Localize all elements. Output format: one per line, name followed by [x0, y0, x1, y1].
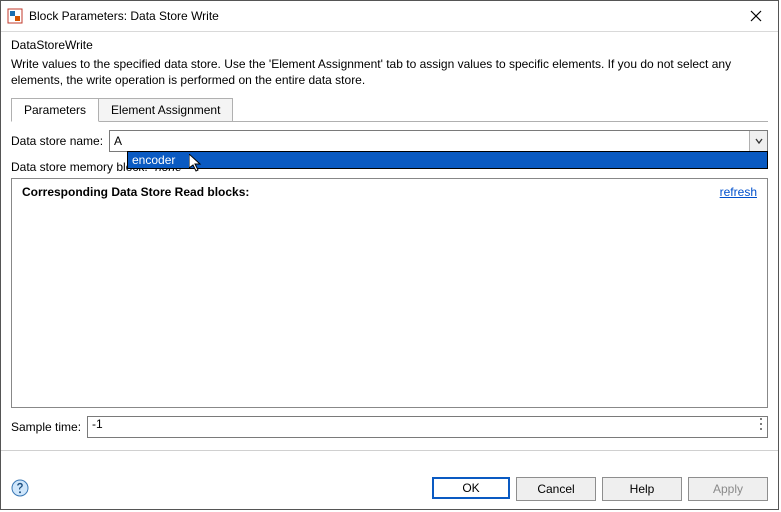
tab-panel-parameters: Data store name: A encoder	[11, 121, 768, 442]
apply-label: Apply	[713, 482, 743, 496]
footer-buttons: OK Cancel Help Apply	[432, 477, 768, 501]
data-store-name-combo[interactable]: A	[109, 130, 768, 152]
data-store-name-label: Data store name:	[11, 134, 103, 148]
window-title: Block Parameters: Data Store Write	[29, 9, 219, 23]
titlebar: Block Parameters: Data Store Write	[1, 1, 778, 32]
vertical-dots-icon	[759, 417, 763, 431]
footer: OK Cancel Help Apply	[1, 477, 778, 509]
close-icon	[750, 10, 762, 22]
cancel-label: Cancel	[537, 482, 574, 496]
ok-button[interactable]: OK	[432, 477, 510, 499]
help-label: Help	[630, 482, 655, 496]
sample-time-input[interactable]: -1	[87, 416, 768, 438]
data-store-name-row: Data store name: A encoder	[11, 130, 768, 152]
tab-parameters[interactable]: Parameters	[11, 98, 99, 122]
tab-element-assignment[interactable]: Element Assignment	[99, 98, 233, 122]
apply-button[interactable]: Apply	[688, 477, 768, 501]
data-store-name-dropdown-button[interactable]	[749, 131, 767, 151]
dialog-body: DataStoreWrite Write values to the speci…	[1, 32, 778, 477]
corresponding-reads-label: Corresponding Data Store Read blocks:	[22, 185, 249, 199]
sample-time-more-button[interactable]	[759, 417, 763, 437]
help-icon	[11, 479, 29, 497]
refresh-link[interactable]: refresh	[720, 185, 757, 199]
dropdown-option-encoder[interactable]: encoder	[128, 152, 767, 168]
data-store-name-value: A	[110, 131, 749, 151]
tab-element-assignment-label: Element Assignment	[111, 103, 220, 117]
refresh-label: refresh	[720, 185, 757, 199]
block-description: Write values to the specified data store…	[11, 56, 768, 88]
tab-parameters-label: Parameters	[24, 103, 86, 117]
sample-time-row: Sample time: -1	[11, 416, 768, 438]
data-store-name-dropdown[interactable]: encoder	[127, 151, 768, 169]
help-button[interactable]: Help	[602, 477, 682, 501]
sample-time-label: Sample time:	[11, 420, 81, 434]
cancel-button[interactable]: Cancel	[516, 477, 596, 501]
tabs: Parameters Element Assignment	[11, 98, 768, 122]
corresponding-reads-box: Corresponding Data Store Read blocks: re…	[11, 178, 768, 408]
ok-label: OK	[462, 481, 479, 495]
app-icon	[7, 8, 23, 24]
separator	[1, 450, 778, 451]
sample-time-value: -1	[92, 417, 103, 431]
dropdown-option-label: encoder	[132, 153, 175, 167]
dialog-window: Block Parameters: Data Store Write DataS…	[0, 0, 779, 510]
close-button[interactable]	[733, 1, 778, 31]
help-icon-button[interactable]	[11, 479, 31, 499]
block-type-heading: DataStoreWrite	[11, 38, 768, 52]
chevron-down-icon	[755, 137, 763, 145]
